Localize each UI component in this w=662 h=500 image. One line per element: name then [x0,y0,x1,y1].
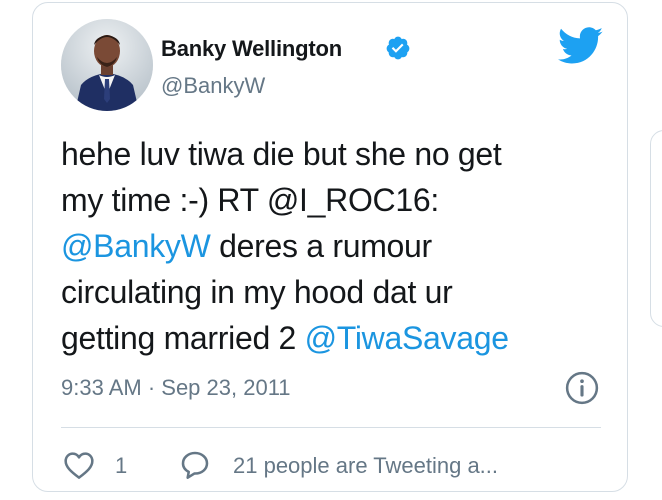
tweet-text: hehe luv tiwa die but she no get my time… [61,131,601,361]
adjacent-card-edge [650,130,662,327]
author-name[interactable]: Banky Wellington [161,36,342,62]
tweet-card[interactable]: Banky Wellington @BankyW hehe luv tiwa d… [32,2,628,492]
info-icon[interactable] [565,371,599,405]
like-count[interactable]: 1 [115,453,127,479]
tweet-text-segment: getting married 2 [61,320,305,356]
avatar-photo [61,19,153,111]
screen: Banky Wellington @BankyW hehe luv tiwa d… [0,0,662,500]
heart-icon[interactable] [63,450,95,480]
tweet-line: circulating in my hood dat ur [61,274,453,310]
divider [61,427,601,428]
tweet-line: getting married 2 @TiwaSavage [61,315,601,361]
mention-link[interactable]: @TiwaSavage [305,320,509,356]
author-handle[interactable]: @BankyW [161,73,265,99]
tweet-line: @BankyW deres a rumour [61,223,601,269]
mention-link[interactable]: @BankyW [61,228,211,264]
tweeting-about-link[interactable]: 21 people are Tweeting a... [233,453,498,479]
speech-bubble-icon[interactable] [179,449,211,481]
tweet-timestamp[interactable]: 9:33 AM · Sep 23, 2011 [61,375,291,401]
twitter-bird-icon[interactable] [558,27,604,65]
tweet-line: hehe luv tiwa die but she no get [61,136,502,172]
tweet-text-segment: deres a rumour [210,228,432,264]
tweet-line: my time :-) RT @I_ROC16: [61,182,439,218]
verified-badge-icon [386,36,410,60]
avatar[interactable] [61,19,153,111]
